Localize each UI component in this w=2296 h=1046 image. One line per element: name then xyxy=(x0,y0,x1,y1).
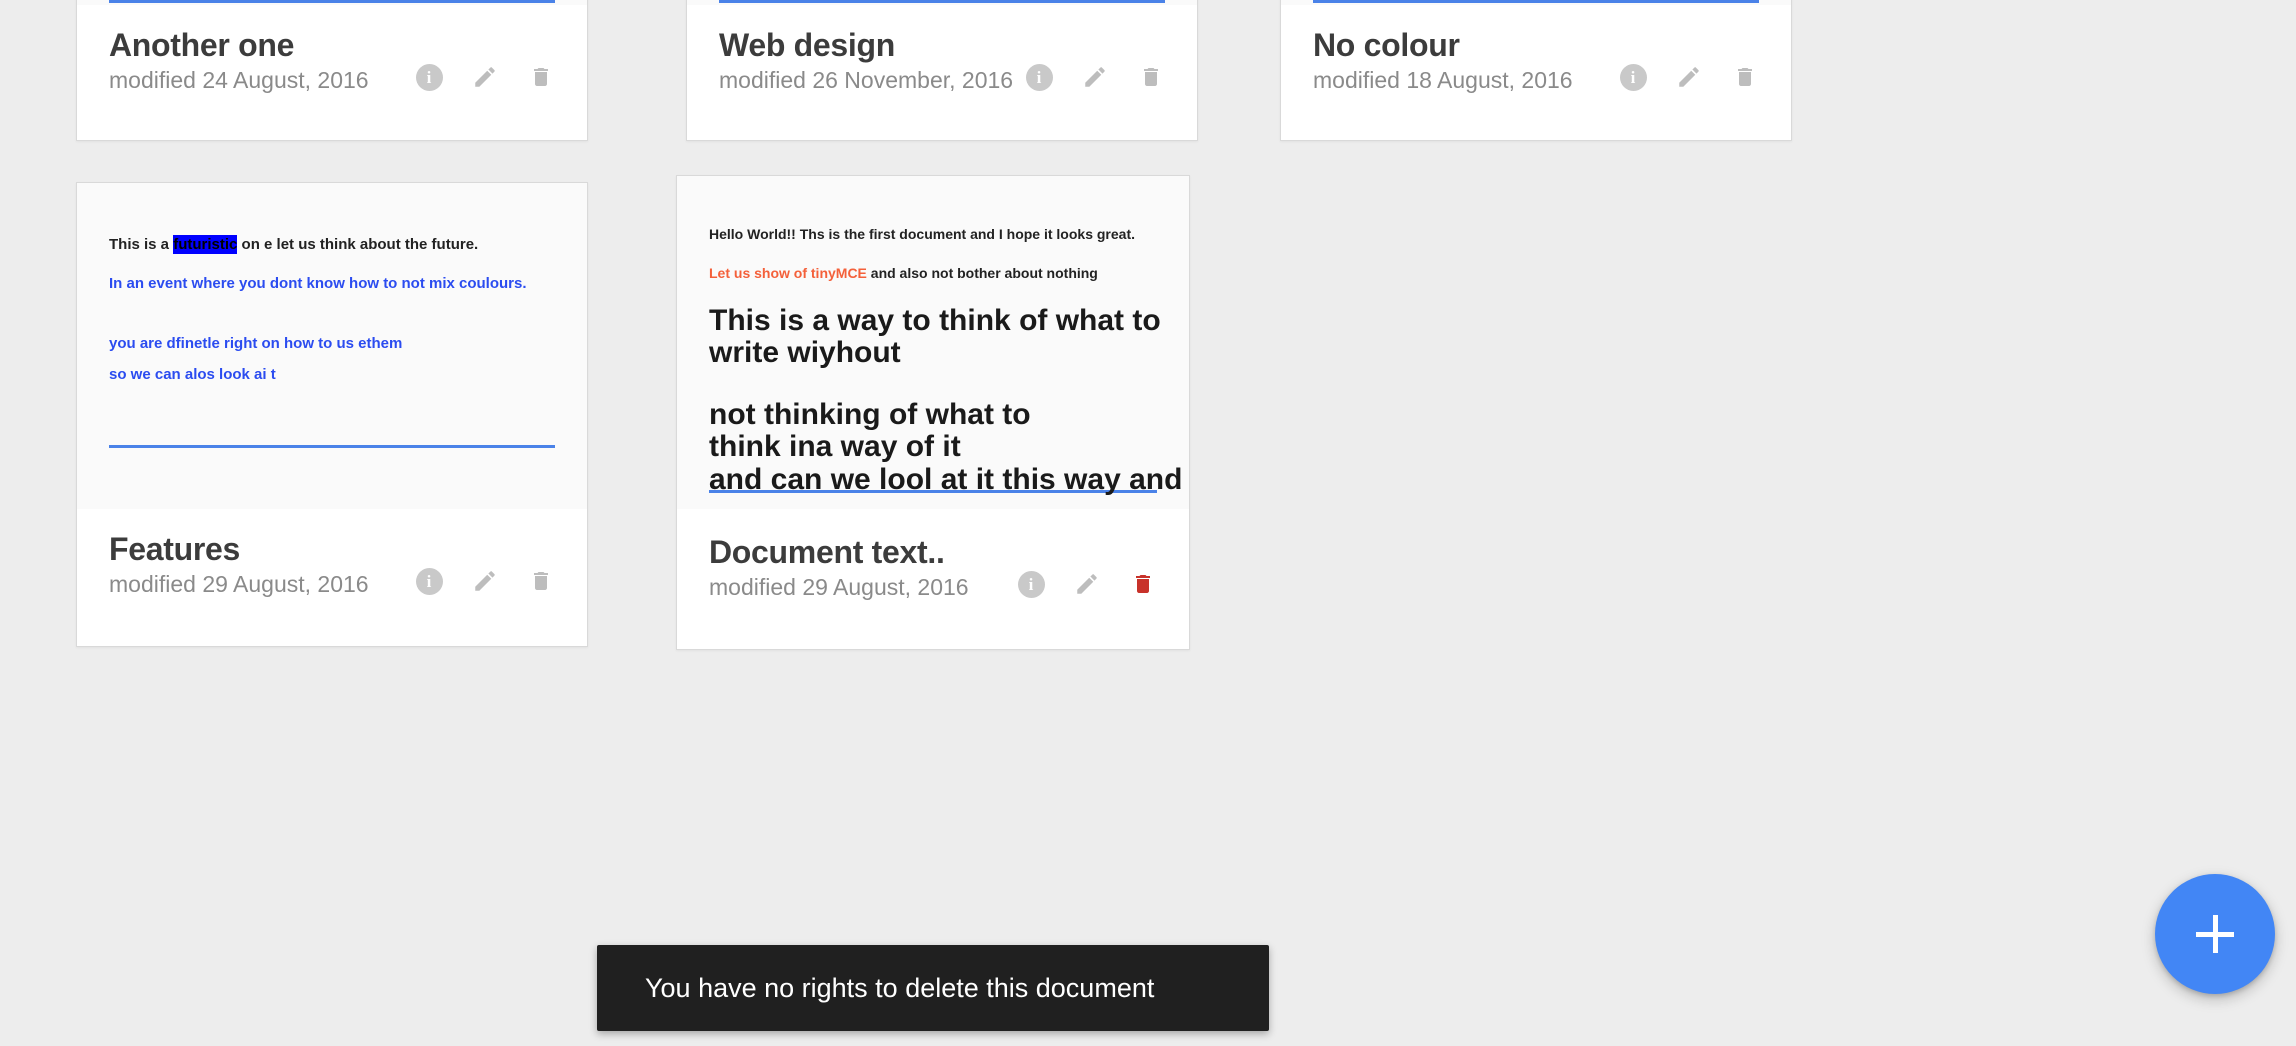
highlighted-text: futuristic xyxy=(173,235,238,254)
document-title: No colour xyxy=(1313,27,1460,63)
document-card-another-one[interactable]: Another one modified 24 August, 2016 i xyxy=(76,0,588,141)
edit-button[interactable] xyxy=(457,49,513,105)
preview-line-2: In an event where you dont know how to n… xyxy=(109,274,527,292)
card-footer: Another one modified 24 August, 2016 i xyxy=(77,5,587,140)
info-icon: i xyxy=(415,567,443,595)
pencil-icon xyxy=(1074,571,1100,597)
delete-button[interactable] xyxy=(513,553,569,609)
document-modified-date: modified 29 August, 2016 xyxy=(709,574,969,600)
info-button[interactable]: i xyxy=(401,49,457,105)
delete-button[interactable] xyxy=(513,49,569,105)
pencil-icon xyxy=(472,568,498,594)
card-actions: i xyxy=(401,49,569,105)
card-preview: Hello World!! Ths is the first document … xyxy=(677,176,1189,509)
card-footer: Web design modified 26 November, 2016 i xyxy=(687,5,1197,140)
pencil-icon xyxy=(1082,64,1108,90)
card-footer: Features modified 29 August, 2016 i xyxy=(77,509,587,646)
edit-button[interactable] xyxy=(1661,49,1717,105)
document-title: Another one xyxy=(109,27,295,63)
preview-heading-line-4: think ina way of it xyxy=(709,430,961,464)
preview-heading-line-5: and can we lool at it this way and xyxy=(709,462,1183,496)
plus-icon xyxy=(2212,915,2218,953)
preview-line-4: so we can alos look ai t xyxy=(109,366,276,384)
delete-button[interactable] xyxy=(1717,49,1773,105)
preview-divider xyxy=(719,0,1165,3)
card-footer: No colour modified 18 August, 2016 i xyxy=(1281,5,1791,140)
delete-button[interactable] xyxy=(1115,556,1171,612)
edit-button[interactable] xyxy=(1067,49,1123,105)
document-modified-date: modified 24 August, 2016 xyxy=(109,67,369,93)
card-actions: i xyxy=(1011,49,1179,105)
trash-icon xyxy=(529,65,553,89)
document-modified-date: modified 18 August, 2016 xyxy=(1313,67,1573,93)
info-icon: i xyxy=(1017,570,1045,598)
trash-icon xyxy=(1139,65,1163,89)
info-icon: i xyxy=(415,63,443,91)
card-footer: Document text.. modified 29 August, 2016… xyxy=(677,509,1189,649)
snackbar-message: You have no rights to delete this docume… xyxy=(645,972,1155,1003)
info-button[interactable]: i xyxy=(1003,556,1059,612)
add-document-fab[interactable] xyxy=(2155,874,2275,994)
preview-line-1: Hello World!! Ths is the first document … xyxy=(709,226,1135,242)
preview-text: This is a xyxy=(109,236,174,253)
document-modified-date: modified 29 August, 2016 xyxy=(109,571,369,597)
info-button[interactable]: i xyxy=(1011,49,1067,105)
pencil-icon xyxy=(1676,64,1702,90)
trash-icon xyxy=(529,569,553,593)
preview-heading-line-3: not thinking of what to xyxy=(709,397,1031,431)
card-preview: This is a futuristic on e let us think a… xyxy=(77,183,587,509)
info-icon: i xyxy=(1025,63,1053,91)
documents-page: Another one modified 24 August, 2016 i W… xyxy=(0,0,2296,1046)
preview-heading-line-1: This is a way to think of what to xyxy=(709,304,1161,337)
pencil-icon xyxy=(472,64,498,90)
document-card-web-design[interactable]: Web design modified 26 November, 2016 i xyxy=(686,0,1198,141)
info-button[interactable]: i xyxy=(1605,49,1661,105)
document-modified-date: modified 26 November, 2016 xyxy=(719,67,1014,93)
card-actions: i xyxy=(1003,556,1171,612)
document-card-document-text[interactable]: Hello World!! Ths is the first document … xyxy=(676,175,1190,650)
document-card-features[interactable]: This is a futuristic on e let us think a… xyxy=(76,182,588,647)
highlighted-text: Let us show of tinyMCE xyxy=(709,264,867,281)
preview-line-2: Let us show of tinyMCE and also not both… xyxy=(709,265,1157,283)
edit-button[interactable] xyxy=(457,553,513,609)
preview-line-3: you are dfinetle right on how to us ethe… xyxy=(109,334,403,352)
document-title: Features xyxy=(109,531,240,567)
preview-text: and also not bother about nothing xyxy=(866,264,1098,281)
document-card-no-colour[interactable]: No colour modified 18 August, 2016 i xyxy=(1280,0,1792,141)
preview-line-1: This is a futuristic on e let us think a… xyxy=(109,235,555,255)
document-title: Document text.. xyxy=(709,534,945,570)
snackbar-toast: You have no rights to delete this docume… xyxy=(597,945,1269,1031)
delete-button[interactable] xyxy=(1123,49,1179,105)
card-actions: i xyxy=(401,553,569,609)
preview-divider xyxy=(109,0,555,3)
info-button[interactable]: i xyxy=(401,553,457,609)
document-title: Web design xyxy=(719,27,895,63)
trash-icon xyxy=(1733,65,1757,89)
card-actions: i xyxy=(1605,49,1773,105)
trash-icon xyxy=(1131,572,1155,596)
preview-text: on e let us think about the future. xyxy=(237,236,479,253)
preview-divider xyxy=(1313,0,1759,3)
preview-heading-line-2: write wiyhout xyxy=(709,336,901,370)
preview-divider xyxy=(109,445,555,448)
info-icon: i xyxy=(1619,63,1647,91)
edit-button[interactable] xyxy=(1059,556,1115,612)
